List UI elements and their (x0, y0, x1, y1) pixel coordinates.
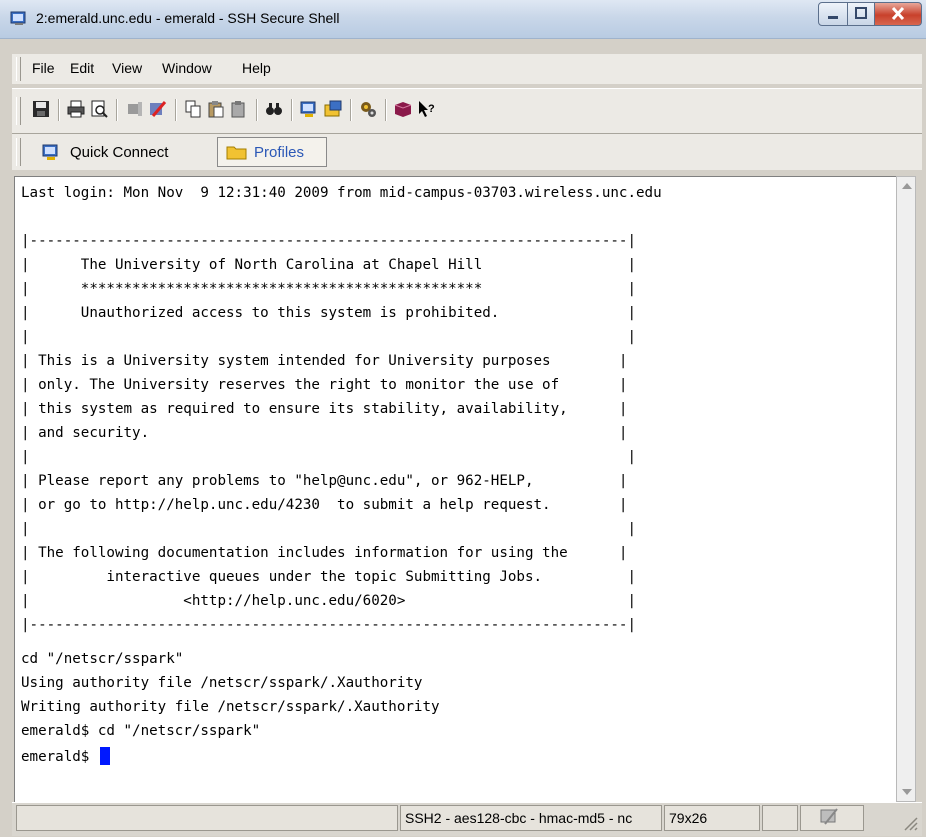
whats-this-icon[interactable]: ? (418, 100, 436, 118)
minimize-button[interactable] (818, 2, 848, 26)
disconnect-icon[interactable] (126, 100, 144, 118)
minimize-icon (828, 16, 838, 19)
status-terminal-size: 79x26 (664, 805, 760, 831)
quick-connect-button[interactable]: Quick Connect (42, 138, 168, 166)
menu-view[interactable]: View (112, 60, 142, 76)
menubar-grip[interactable] (16, 57, 21, 81)
title-bar[interactable]: 2:emerald.unc.edu - emerald - SSH Secure… (0, 0, 926, 39)
toolbar-separator (256, 99, 258, 121)
terminal-area[interactable]: Last login: Mon Nov 9 12:31:40 2009 from… (14, 176, 898, 804)
terminal-line: | <http://help.unc.edu/6020> | (21, 593, 636, 609)
toolbar-separator (291, 99, 293, 121)
terminal-line: Last login: Mon Nov 9 12:31:40 2009 from… (21, 185, 662, 201)
toolbar-separator (116, 99, 118, 121)
close-button[interactable] (874, 2, 922, 26)
terminal-line: | only. The University reserves the righ… (21, 377, 628, 393)
terminal-line: | interactive queues under the topic Sub… (21, 569, 636, 585)
terminal-line: | this system as required to ensure its … (21, 401, 628, 417)
settings-icon[interactable] (149, 100, 167, 118)
print-icon[interactable] (67, 100, 85, 118)
toolbar-separator (385, 99, 387, 121)
terminal-line: Writing authority file /netscr/sspark/.X… (21, 699, 440, 715)
find-icon[interactable] (265, 100, 283, 118)
terminal-prompt: emerald$ (21, 749, 98, 765)
terminal-line: |---------------------------------------… (21, 233, 636, 249)
quick-connect-icon (42, 144, 58, 160)
quick-connect-label: Quick Connect (70, 143, 169, 161)
maximize-icon (855, 7, 867, 19)
toolbar: ? (12, 88, 922, 134)
scroll-down-icon[interactable] (902, 789, 912, 795)
menu-bar: File Edit View Window Help (12, 54, 922, 84)
new-terminal-icon[interactable] (300, 100, 318, 118)
terminal-line: |---------------------------------------… (21, 617, 636, 633)
terminal-line: | or go to http://help.unc.edu/4230 to s… (21, 497, 628, 513)
paste-icon[interactable] (207, 100, 225, 118)
terminal-line: emerald$ cd "/netscr/sspark" (21, 723, 261, 739)
terminal-line: | The University of North Carolina at Ch… (21, 257, 636, 273)
status-blank (762, 805, 798, 831)
menu-edit[interactable]: Edit (70, 60, 94, 76)
save-icon[interactable] (32, 100, 50, 118)
menu-file[interactable]: File (32, 60, 55, 76)
toolbar-separator (175, 99, 177, 121)
terminal-prompt-line[interactable]: emerald$ (21, 747, 110, 766)
paste-special-icon[interactable] (230, 100, 248, 118)
terminal-line: | | (21, 329, 636, 345)
menu-help[interactable]: Help (242, 60, 271, 76)
print-preview-icon[interactable] (90, 100, 108, 118)
ssh-app-icon (10, 11, 26, 25)
profiles-label: Profiles (254, 143, 305, 161)
profiles-button[interactable]: Profiles (217, 137, 327, 167)
toolbar-grip[interactable] (16, 97, 21, 125)
resize-grip-icon[interactable] (900, 813, 918, 831)
status-bar: SSH2 - aes128-cbc - hmac-md5 - nc 79x26 (12, 802, 922, 836)
help-icon[interactable] (394, 100, 412, 118)
terminal-line: | | (21, 449, 636, 465)
maximize-button[interactable] (847, 2, 875, 26)
terminal-line: Using authority file /netscr/sspark/.Xau… (21, 675, 423, 691)
toolbar-separator (58, 99, 60, 121)
close-icon (891, 6, 905, 21)
terminal-line: | This is a University system intended f… (21, 353, 628, 369)
terminal-line: | **************************************… (21, 281, 636, 297)
status-transfer-cell (800, 805, 864, 831)
transfer-status-icon (820, 808, 838, 825)
new-file-transfer-icon[interactable] (324, 100, 342, 118)
copy-icon[interactable] (184, 100, 202, 118)
vertical-scrollbar[interactable] (896, 176, 916, 802)
status-connection: SSH2 - aes128-cbc - hmac-md5 - nc (400, 805, 662, 831)
terminal-line: | | (21, 521, 636, 537)
quick-connect-bar: Quick Connect Profiles (12, 134, 922, 170)
window-title: 2:emerald.unc.edu - emerald - SSH Secure… (36, 10, 340, 26)
svg-text:?: ? (428, 103, 435, 115)
quickbar-grip[interactable] (16, 138, 21, 166)
terminal-line: | Unauthorized access to this system is … (21, 305, 636, 321)
terminal-line: | and security. | (21, 425, 628, 441)
menu-window[interactable]: Window (162, 60, 212, 76)
terminal-line: cd "/netscr/sspark" (21, 651, 184, 667)
toolbar-separator (350, 99, 352, 121)
terminal-line: | The following documentation includes i… (21, 545, 628, 561)
ssh-client-window: 2:emerald.unc.edu - emerald - SSH Secure… (0, 0, 926, 837)
folder-icon (226, 146, 247, 160)
gear-icon[interactable] (359, 100, 377, 118)
terminal-cursor (99, 747, 110, 765)
terminal-line: | Please report any problems to "help@un… (21, 473, 628, 489)
scroll-up-icon[interactable] (902, 183, 912, 189)
status-message (16, 805, 398, 831)
